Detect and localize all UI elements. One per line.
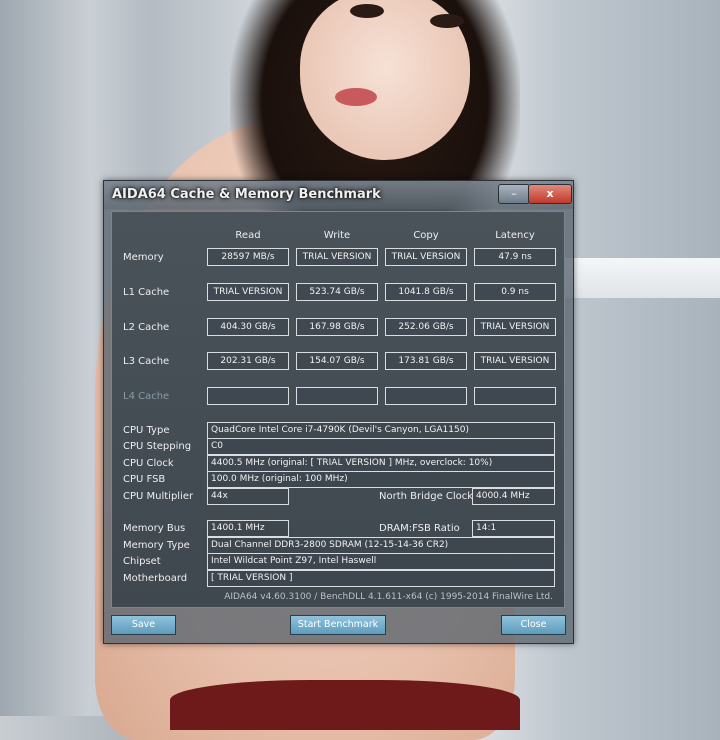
l2-read-value: 404.30 GB/s bbox=[207, 318, 289, 336]
version-footer: AIDA64 v4.60.3100 / BenchDLL 4.1.611-x64… bbox=[224, 592, 553, 602]
wallpaper-eye-right bbox=[430, 14, 464, 28]
l3-copy-value: 173.81 GB/s bbox=[385, 352, 467, 370]
memory-copy-value: TRIAL VERSION bbox=[385, 248, 467, 266]
cpu-clock-label: CPU Clock bbox=[123, 458, 174, 469]
window-title: AIDA64 Cache & Memory Benchmark bbox=[112, 187, 381, 202]
l1-write-value: 523.74 GB/s bbox=[296, 283, 378, 301]
motherboard-label: Motherboard bbox=[123, 573, 188, 584]
cpu-multiplier-label: CPU Multiplier bbox=[123, 491, 194, 502]
save-button[interactable]: Save bbox=[111, 615, 176, 635]
dram-fsb-label: DRAM:FSB Ratio bbox=[379, 523, 460, 534]
memory-bus-value: 1400.1 MHz bbox=[207, 520, 289, 537]
column-header-write: Write bbox=[323, 230, 351, 241]
cpu-type-value: QuadCore Intel Core i7-4790K (Devil's Ca… bbox=[207, 422, 555, 439]
l4-write-value bbox=[296, 387, 378, 405]
cpu-fsb-label: CPU FSB bbox=[123, 474, 166, 485]
l1-read-value: TRIAL VERSION bbox=[207, 283, 289, 301]
dram-fsb-value: 14:1 bbox=[472, 520, 555, 537]
l3-write-value: 154.07 GB/s bbox=[296, 352, 378, 370]
wallpaper-shelf bbox=[560, 258, 720, 298]
north-bridge-label: North Bridge Clock bbox=[379, 491, 474, 502]
wallpaper-eye-left bbox=[350, 4, 384, 18]
cpu-fsb-value: 100.0 MHz (original: 100 MHz) bbox=[207, 471, 555, 488]
row-label-l4-cache: L4 Cache bbox=[123, 391, 170, 402]
close-window-button[interactable]: x bbox=[528, 184, 572, 204]
l1-latency-value: 0.9 ns bbox=[474, 283, 556, 301]
benchmark-window: AIDA64 Cache & Memory Benchmark – x Read… bbox=[103, 180, 574, 644]
memory-write-value: TRIAL VERSION bbox=[296, 248, 378, 266]
cpu-clock-value: 4400.5 MHz (original: [ TRIAL VERSION ] … bbox=[207, 455, 555, 472]
titlebar[interactable]: AIDA64 Cache & Memory Benchmark – x bbox=[104, 181, 573, 209]
minimize-button[interactable]: – bbox=[498, 184, 530, 204]
memory-latency-value: 47.9 ns bbox=[474, 248, 556, 266]
cpu-type-label: CPU Type bbox=[123, 425, 170, 436]
memory-type-value: Dual Channel DDR3-2800 SDRAM (12-15-14-3… bbox=[207, 537, 555, 554]
l2-copy-value: 252.06 GB/s bbox=[385, 318, 467, 336]
l2-latency-value: TRIAL VERSION bbox=[474, 318, 556, 336]
row-label-l2-cache: L2 Cache bbox=[123, 322, 170, 333]
l2-write-value: 167.98 GB/s bbox=[296, 318, 378, 336]
l1-copy-value: 1041.8 GB/s bbox=[385, 283, 467, 301]
l3-latency-value: TRIAL VERSION bbox=[474, 352, 556, 370]
column-header-latency: Latency bbox=[495, 230, 535, 241]
cpu-multiplier-value: 44x bbox=[207, 488, 289, 505]
l4-read-value bbox=[207, 387, 289, 405]
memory-type-label: Memory Type bbox=[123, 540, 190, 551]
memory-bus-label: Memory Bus bbox=[123, 523, 186, 534]
l4-copy-value bbox=[385, 387, 467, 405]
column-header-read: Read bbox=[235, 230, 261, 241]
motherboard-value: [ TRIAL VERSION ] bbox=[207, 570, 555, 587]
l3-read-value: 202.31 GB/s bbox=[207, 352, 289, 370]
chipset-label: Chipset bbox=[123, 556, 161, 567]
chipset-value: Intel Wildcat Point Z97, Intel Haswell bbox=[207, 553, 555, 570]
cpu-stepping-label: CPU Stepping bbox=[123, 441, 192, 452]
start-benchmark-button[interactable]: Start Benchmark bbox=[290, 615, 386, 635]
cpu-stepping-value: C0 bbox=[207, 438, 555, 455]
l4-latency-value bbox=[474, 387, 556, 405]
row-label-l3-cache: L3 Cache bbox=[123, 356, 170, 367]
wallpaper-skirt bbox=[170, 680, 520, 730]
row-label-memory: Memory bbox=[123, 252, 164, 263]
benchmark-panel: Read Write Copy Latency Memory 28597 MB/… bbox=[111, 211, 565, 608]
wallpaper-lips bbox=[335, 88, 377, 106]
north-bridge-value: 4000.4 MHz bbox=[472, 488, 555, 505]
close-button[interactable]: Close bbox=[501, 615, 566, 635]
memory-read-value: 28597 MB/s bbox=[207, 248, 289, 266]
row-label-l1-cache: L1 Cache bbox=[123, 287, 170, 298]
column-header-copy: Copy bbox=[413, 230, 439, 241]
